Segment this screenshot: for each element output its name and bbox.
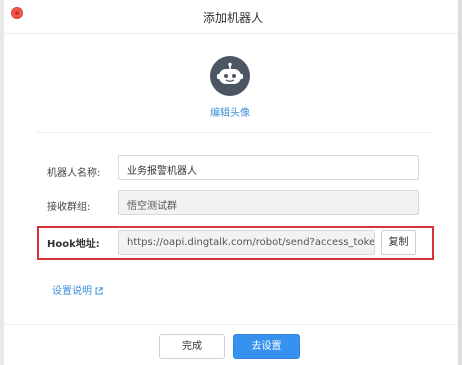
dialog-title: 添加机器人 [202,11,263,25]
hook-address-label: Hook地址: [47,239,100,250]
robot-name-input[interactable]: 业务报警机器人 [118,155,419,180]
copy-button[interactable]: 复制 [381,230,416,255]
background-edge [458,0,462,365]
robot-name-label: 机器人名称: [47,168,101,179]
add-robot-dialog: 添加机器人 编辑头像 机器人名称: 业务报警机器人 接收群组: 悟空测试群 Ho… [4,0,462,365]
receive-group-field: 悟空测试群 [118,190,419,215]
screen: 添加机器人 编辑头像 机器人名称: 业务报警机器人 接收群组: 悟空测试群 Ho… [0,0,462,365]
go-settings-button[interactable]: 去设置 [233,334,300,359]
external-link-icon [95,287,103,298]
edit-avatar-link[interactable]: 编辑头像 [194,104,266,119]
hook-address-field[interactable]: https://oapi.dingtalk.com/robot/send?acc… [118,230,375,255]
footer-divider [4,324,462,325]
done-button[interactable]: 完成 [159,334,225,359]
settings-help-link[interactable]: 设置说明 [52,282,103,298]
robot-avatar-icon[interactable] [210,56,250,96]
divider [36,132,430,133]
dialog-titlebar: 添加机器人 [4,0,462,34]
settings-help-label: 设置说明 [52,286,92,297]
receive-group-label: 接收群组: [47,202,91,213]
